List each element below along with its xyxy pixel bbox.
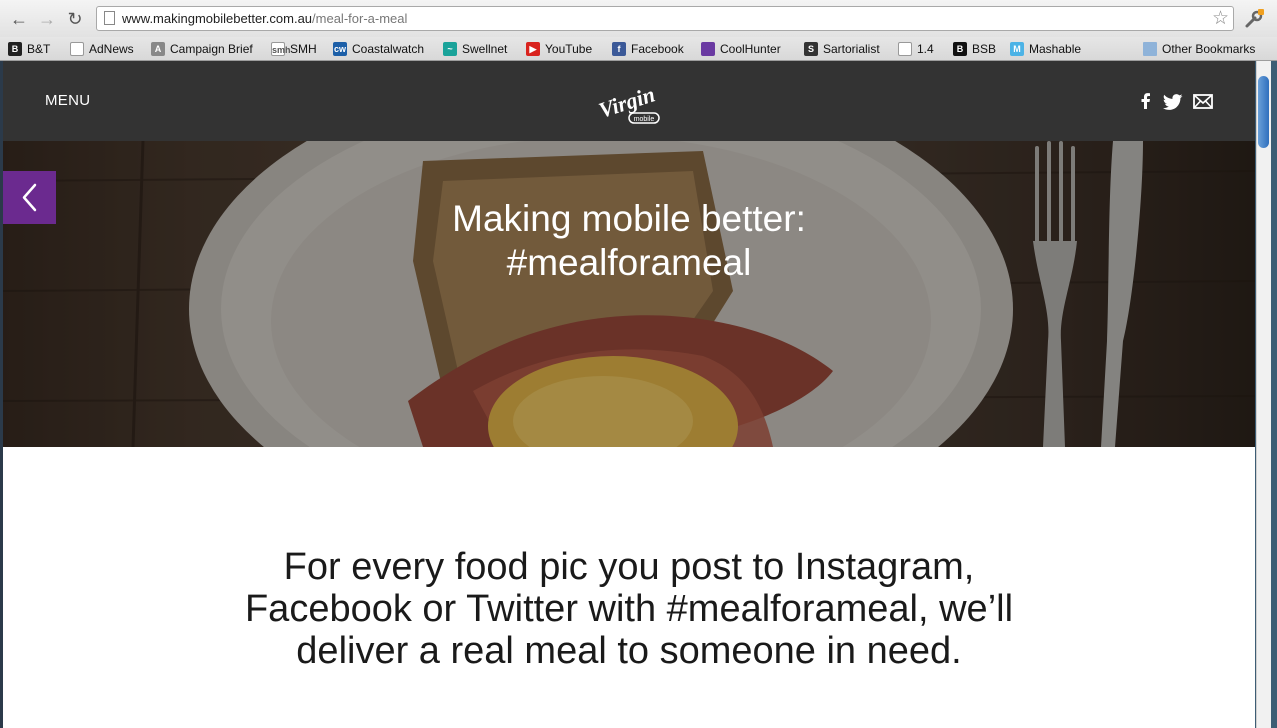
- svg-text:mobile: mobile: [634, 116, 655, 123]
- youtube-icon: ▶: [526, 42, 540, 56]
- bookmark-youtube[interactable]: ▶ YouTube: [526, 40, 592, 58]
- bookmark-b-t[interactable]: B B&T: [8, 40, 50, 58]
- bookmark-smh[interactable]: smh SMH: [271, 40, 317, 58]
- browser-toolbar: ← → ↻ www.makingmobilebetter.com.au/meal…: [0, 0, 1277, 37]
- site-header: MENU Virgin mobile: [3, 61, 1255, 141]
- other-bookmarks-label: Other Bookmarks: [1162, 42, 1256, 56]
- bookmark-label: Coastalwatch: [352, 42, 425, 56]
- sartorialist-icon: S: [804, 42, 818, 56]
- other-bookmarks[interactable]: Other Bookmarks: [1143, 40, 1255, 58]
- menu-button[interactable]: MENU: [45, 92, 90, 109]
- previous-button[interactable]: [3, 171, 56, 224]
- hero-title: Making mobile better: #mealforameal: [329, 197, 929, 285]
- bookmark-1-4[interactable]: 1.4: [898, 40, 934, 58]
- bookmark-label: Mashable: [1029, 42, 1082, 56]
- coastalwatch-icon: cw: [333, 42, 347, 56]
- smh-icon: smh: [271, 42, 291, 56]
- bookmark-label: BSB: [972, 42, 997, 56]
- bookmark-coastalwatch[interactable]: cw Coastalwatch: [333, 40, 424, 58]
- facebook-icon[interactable]: [1139, 92, 1151, 110]
- hero-banner: Making mobile better: #mealforameal: [3, 141, 1255, 447]
- hero-food-image: [3, 141, 1255, 447]
- bookmark-label: CoolHunter: [720, 42, 781, 56]
- bookmark-sartorialist[interactable]: S Sartorialist: [804, 40, 880, 58]
- twitter-icon[interactable]: [1163, 94, 1183, 110]
- bookmark-coolhunter[interactable]: CoolHunter: [701, 40, 781, 58]
- bookmark-bsb[interactable]: B BSB: [953, 40, 996, 58]
- bookmark-label: Facebook: [631, 42, 684, 56]
- facebook-icon: f: [612, 42, 626, 56]
- page-icon: [104, 11, 115, 25]
- bookmark-label: Sartorialist: [823, 42, 880, 56]
- bookmark-label: SMH: [290, 42, 317, 56]
- bt-icon: B: [8, 42, 22, 56]
- bookmark-label: YouTube: [545, 42, 593, 56]
- scrollbar-track[interactable]: [1256, 61, 1271, 728]
- folder-icon: [1143, 42, 1157, 56]
- bookmark-campaign-brief[interactable]: A Campaign Brief: [151, 40, 253, 58]
- coolhunter-icon: [701, 42, 715, 56]
- bookmark-star-icon[interactable]: ☆: [1212, 7, 1229, 30]
- bookmark-label: Campaign Brief: [170, 42, 253, 56]
- address-url: www.makingmobilebetter.com.au/meal-for-a…: [122, 11, 408, 26]
- bookmark-label: AdNews: [89, 42, 134, 56]
- bookmark-mashable[interactable]: M Mashable: [1010, 40, 1081, 58]
- bookmarks-bar: B B&T AdNews A Campaign Brief smh SMH cw Coastal…: [0, 37, 1277, 61]
- bookmark-label: B&T: [27, 42, 51, 56]
- intro-text: For every food pic you post to Instagram…: [244, 546, 1014, 672]
- hero-title-line2: #mealforameal: [506, 242, 752, 283]
- campaign-brief-icon: A: [151, 42, 165, 56]
- wrench-icon[interactable]: [1243, 8, 1265, 30]
- virgin-mobile-logo[interactable]: Virgin mobile: [593, 81, 663, 131]
- bookmark-label: 1.4: [917, 42, 934, 56]
- page-icon: [898, 42, 912, 56]
- back-arrow-icon[interactable]: ←: [9, 9, 29, 29]
- chevron-left-icon: [22, 183, 37, 212]
- email-icon[interactable]: [1193, 94, 1213, 109]
- address-bar[interactable]: www.makingmobilebetter.com.au/meal-for-a…: [96, 6, 1234, 31]
- page-icon: [70, 42, 84, 56]
- swellnet-icon: ~: [443, 42, 457, 56]
- bookmark-swellnet[interactable]: ~ Swellnet: [443, 40, 507, 58]
- bookmark-adnews[interactable]: AdNews: [70, 40, 134, 58]
- mashable-icon: M: [1010, 42, 1024, 56]
- bookmark-label: Swellnet: [462, 42, 508, 56]
- reload-icon[interactable]: ↻: [65, 9, 85, 29]
- forward-arrow-icon[interactable]: →: [37, 9, 57, 29]
- bookmark-facebook[interactable]: f Facebook: [612, 40, 684, 58]
- bsb-icon: B: [953, 42, 967, 56]
- page-viewport: MENU Virgin mobile Making mobile better:…: [3, 61, 1255, 728]
- scrollbar-thumb[interactable]: [1258, 76, 1269, 148]
- hero-title-line1: Making mobile better:: [452, 198, 806, 239]
